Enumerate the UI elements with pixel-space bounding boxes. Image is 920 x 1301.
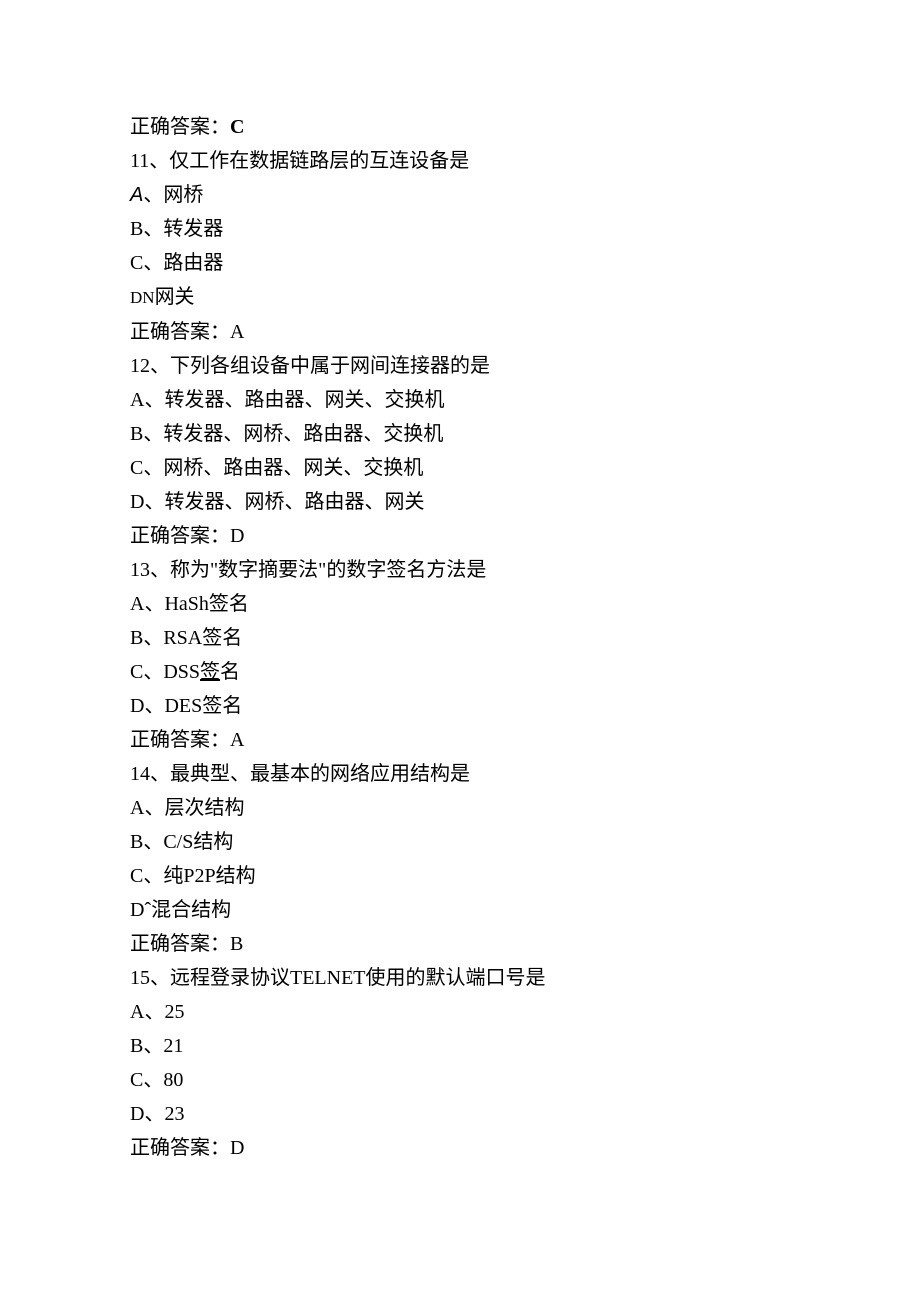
q15-option-a: A、25 bbox=[130, 995, 790, 1029]
q13-stem: 13、称为"数字摘要法"的数字签名方法是 bbox=[130, 553, 790, 587]
q11-option-a: A、网桥 bbox=[130, 178, 790, 212]
q13-answer: 正确答案：A bbox=[130, 723, 790, 757]
q15-option-d: D、23 bbox=[130, 1097, 790, 1131]
q11-option-c: C、路由器 bbox=[130, 246, 790, 280]
option-text: 混合结构 bbox=[151, 899, 231, 921]
q14-answer: 正确答案：B bbox=[130, 927, 790, 961]
q14-option-d: Dˆ混合结构 bbox=[130, 893, 790, 927]
q14-option-b: B、C/S结构 bbox=[130, 825, 790, 859]
option-text: 网关 bbox=[155, 286, 195, 308]
q15-answer: 正确答案：D bbox=[130, 1131, 790, 1165]
q12-option-d: D、转发器、网桥、路由器、网关 bbox=[130, 485, 790, 519]
q14-option-a: A、层次结构 bbox=[130, 791, 790, 825]
q11-stem: 11、仅工作在数据链路层的互连设备是 bbox=[130, 144, 790, 178]
option-prefix: A bbox=[130, 184, 143, 206]
q12-option-c: C、网桥、路由器、网关、交换机 bbox=[130, 451, 790, 485]
q15-option-b: B、21 bbox=[130, 1029, 790, 1063]
option-text-suf: 名 bbox=[220, 661, 240, 683]
q13-option-d: D、DES签名 bbox=[130, 689, 790, 723]
option-text: 、网桥 bbox=[143, 184, 203, 206]
q10-answer: 正确答案：C bbox=[130, 110, 790, 144]
q14-stem: 14、最典型、最基本的网络应用结构是 bbox=[130, 757, 790, 791]
q11-answer: 正确答案：A bbox=[130, 315, 790, 349]
option-text-underline: 签 bbox=[200, 661, 220, 683]
option-prefix: D bbox=[130, 288, 142, 307]
q13-option-b: B、RSA签名 bbox=[130, 621, 790, 655]
q12-stem: 12、下列各组设备中属于网间连接器的是 bbox=[130, 349, 790, 383]
option-prefix: D bbox=[130, 899, 144, 921]
document-page: 正确答案：C 11、仅工作在数据链路层的互连设备是 A、网桥 B、转发器 C、路… bbox=[0, 0, 920, 1165]
q11-option-b: B、转发器 bbox=[130, 212, 790, 246]
q11-option-d: DN网关 bbox=[130, 280, 790, 315]
q13-option-c: C、DSS签名 bbox=[130, 655, 790, 689]
q12-option-a: A、转发器、路由器、网关、交换机 bbox=[130, 383, 790, 417]
q14-option-c: C、纯P2P结构 bbox=[130, 859, 790, 893]
q15-stem: 15、远程登录协议TELNET使用的默认端口号是 bbox=[130, 961, 790, 995]
answer-value: C bbox=[230, 116, 244, 138]
q15-option-c: C、80 bbox=[130, 1063, 790, 1097]
q12-option-b: B、转发器、网桥、路由器、交换机 bbox=[130, 417, 790, 451]
answer-label: 正确答案： bbox=[130, 116, 230, 138]
option-text-pre: C、DSS bbox=[130, 661, 200, 683]
q13-option-a: A、HaSh签名 bbox=[130, 587, 790, 621]
q12-answer: 正确答案：D bbox=[130, 519, 790, 553]
